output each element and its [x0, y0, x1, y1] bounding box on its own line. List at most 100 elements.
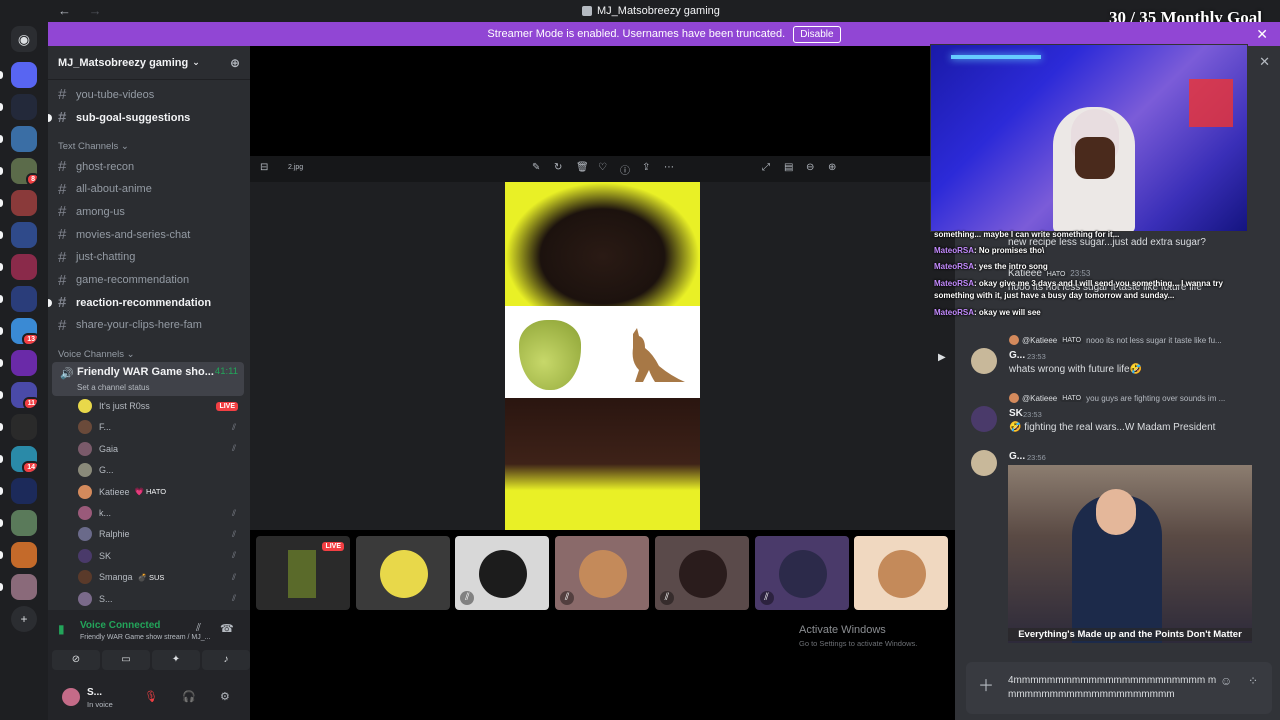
text-channel[interactable]: # reaction-recommendation: [47, 294, 211, 311]
share-icon[interactable]: ⇪: [642, 162, 650, 173]
server-icon[interactable]: [11, 542, 37, 568]
banner-close-icon[interactable]: ✕: [1256, 26, 1268, 43]
server-icon[interactable]: [11, 94, 37, 120]
zoom-in-icon[interactable]: ⊕: [828, 162, 836, 173]
participant-tile[interactable]: ⫽: [654, 536, 749, 610]
text-channel[interactable]: # just-chatting: [58, 249, 135, 266]
info-icon[interactable]: ⓘ: [620, 162, 630, 177]
edit-icon[interactable]: ✎: [532, 162, 540, 173]
server-icon[interactable]: [11, 414, 37, 440]
server-icon[interactable]: [11, 350, 37, 376]
viewer-menu-icon[interactable]: ⊟: [260, 162, 268, 173]
voice-member[interactable]: k... ⫽: [78, 505, 240, 521]
server-icon[interactable]: [11, 510, 37, 536]
server-icon[interactable]: 8: [11, 158, 37, 184]
close-icon[interactable]: ✕: [1259, 54, 1270, 70]
message-author[interactable]: G...: [1009, 350, 1025, 361]
next-image-icon[interactable]: ▶: [938, 352, 946, 363]
voice-connected-label[interactable]: Voice Connected: [80, 620, 160, 631]
text-channel[interactable]: # among-us: [58, 203, 125, 220]
activities-button[interactable]: ✦: [152, 650, 200, 670]
participant-tile[interactable]: ⫽: [555, 536, 650, 610]
participant-tile[interactable]: [355, 536, 450, 610]
voice-channel-time: 41:11: [214, 366, 238, 377]
forward-icon[interactable]: →: [89, 3, 102, 18]
add-member-icon[interactable]: ⊕: [230, 56, 240, 70]
voice-member[interactable]: G...: [78, 462, 240, 478]
reply-preview[interactable]: @Katieee HATO nooo its not less sugar it t…: [1009, 335, 1222, 345]
message-author[interactable]: G...: [1009, 451, 1025, 462]
server-icon[interactable]: [11, 190, 37, 216]
server-icon[interactable]: [11, 286, 37, 312]
server-icon[interactable]: 13: [11, 318, 37, 344]
soundboard-button[interactable]: ♪: [202, 650, 250, 670]
signal-icon[interactable]: ▮: [58, 622, 74, 638]
title-bar: ← → MJ_Matsobreezy gaming: [0, 0, 1280, 22]
participant-tile[interactable]: [854, 536, 949, 610]
server-icon[interactable]: [11, 254, 37, 280]
emoji-icon[interactable]: ☺: [1220, 674, 1232, 688]
avatar[interactable]: [971, 406, 997, 432]
fit-icon[interactable]: ▤: [784, 162, 793, 173]
text-channel[interactable]: # all-about-anime: [58, 181, 152, 198]
rotate-icon[interactable]: ↻: [554, 162, 562, 173]
text-channel[interactable]: # you-tube-videos: [58, 86, 154, 103]
add-server-icon[interactable]: +: [11, 606, 37, 632]
trash-icon[interactable]: 🗑: [576, 162, 589, 173]
server-icon[interactable]: [11, 574, 37, 600]
voice-channel-active[interactable]: 🔊 Friendly WAR Game sho... 41:11 Set a c…: [52, 362, 244, 396]
expand-icon[interactable]: ⤢: [762, 162, 770, 173]
message-input-text[interactable]: 4mmmmmmmmmmmmmmmmmmmmmmm mmmmmmmmmmmmmmm…: [1008, 674, 1218, 702]
voice-member[interactable]: S... ⫽: [78, 591, 240, 607]
camera-off-button[interactable]: ⊘: [52, 650, 100, 670]
zoom-out-icon[interactable]: ⊖: [806, 162, 814, 173]
voice-member[interactable]: Smanga 💣 SUS ⫽: [78, 569, 240, 585]
add-attachment-icon[interactable]: ＋: [978, 672, 994, 696]
disconnect-icon[interactable]: ☎: [220, 622, 234, 635]
more-icon[interactable]: ⋯: [664, 162, 674, 173]
voice-member[interactable]: Katieee 💗 HATO: [78, 484, 240, 500]
text-channel[interactable]: # share-your-clips-here-fam: [58, 317, 202, 334]
text-channels-category[interactable]: Text Channels ⌄: [58, 141, 129, 152]
apps-icon[interactable]: ⁘: [1248, 674, 1258, 688]
server-icon[interactable]: [11, 222, 37, 248]
text-channel[interactable]: # ghost-recon: [58, 158, 134, 175]
text-channel[interactable]: # movies-and-series-chat: [58, 226, 190, 243]
avatar[interactable]: [971, 348, 997, 374]
mic-muted-icon[interactable]: 🎙: [144, 690, 158, 703]
text-channel[interactable]: # sub-goal-suggestions: [47, 109, 190, 126]
disable-button[interactable]: Disable: [793, 25, 841, 43]
participant-tile[interactable]: ⫽: [455, 536, 550, 610]
back-icon[interactable]: ←: [58, 3, 71, 18]
server-icon[interactable]: 14: [11, 446, 37, 472]
discord-home-icon[interactable]: ◉: [11, 26, 37, 52]
server-icon[interactable]: [11, 126, 37, 152]
voice-member[interactable]: SK ⫽: [78, 548, 240, 564]
server-icon[interactable]: 11: [11, 382, 37, 408]
text-channel[interactable]: # game-recommendation: [58, 272, 189, 289]
message-input[interactable]: ＋ 4mmmmmmmmmmmmmmmmmmmmmmm mmmmmmmmmmmmm…: [966, 662, 1272, 714]
meme-gif[interactable]: Everything's Made up and the Points Don'…: [1008, 465, 1252, 643]
participant-tile[interactable]: ⫽: [754, 536, 849, 610]
channel-status[interactable]: Set a channel status: [77, 383, 150, 392]
voice-member[interactable]: It's just R0ss LIVE: [78, 398, 240, 414]
unread-pill: [0, 103, 3, 111]
heart-icon[interactable]: ♡: [598, 162, 607, 173]
noise-suppression-icon[interactable]: ⫽: [196, 622, 201, 635]
settings-gear-icon[interactable]: ⚙: [220, 690, 230, 703]
server-icon[interactable]: [11, 478, 37, 504]
server-header[interactable]: MJ_Matsobreezy gaming ⌄ ⊕: [48, 46, 250, 80]
voice-member[interactable]: F... ⫽: [78, 419, 240, 435]
message-author[interactable]: SK: [1009, 408, 1023, 419]
voice-member[interactable]: Gaia ⫽: [78, 441, 240, 457]
headphones-icon[interactable]: 🎧: [182, 690, 196, 703]
participant-tile[interactable]: LIVE: [256, 536, 350, 610]
screen-share-button[interactable]: ▭: [102, 650, 150, 670]
voice-channels-category[interactable]: Voice Channels ⌄: [58, 349, 135, 360]
voice-member[interactable]: Ralphie ⫽: [78, 526, 240, 542]
reply-preview[interactable]: @Katieee HATO you guys are fighting over s…: [1009, 393, 1225, 403]
avatar[interactable]: [971, 450, 997, 476]
server-icon[interactable]: [11, 62, 37, 88]
channel-name: just-chatting: [76, 251, 136, 264]
avatar[interactable]: [62, 688, 80, 706]
